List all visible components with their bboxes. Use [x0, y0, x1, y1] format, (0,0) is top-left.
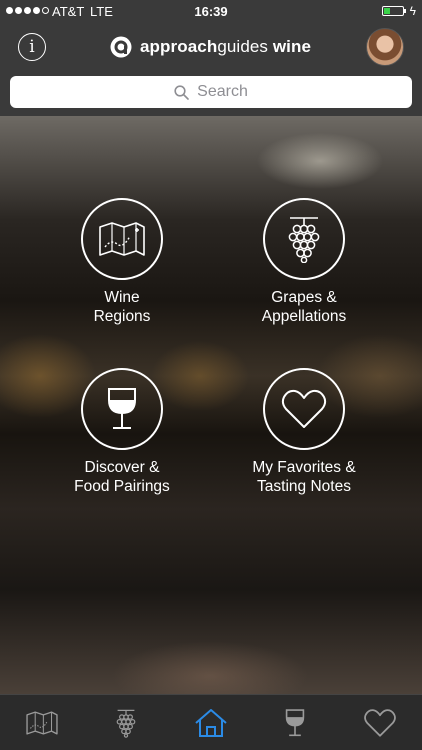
home-menu: Wine Regions Grapes & Appellations Disco… [0, 116, 422, 694]
tab-grapes[interactable] [84, 695, 168, 750]
heart-icon [281, 389, 327, 428]
menu-label-line1: Discover & [84, 459, 160, 476]
search-placeholder: Search [197, 83, 248, 100]
info-icon[interactable]: i [18, 33, 46, 61]
status-bar: AT&T LTE 16:39 ϟ [0, 0, 422, 24]
menu-label-line1: My Favorites & [252, 459, 356, 476]
battery-icon [382, 6, 406, 16]
search-bar-container: Search [0, 72, 422, 116]
menu-label-line2: Tasting Notes [257, 478, 351, 495]
menu-favorites-tasting-notes[interactable]: My Favorites & Tasting Notes [219, 368, 389, 496]
tab-map[interactable] [0, 695, 84, 750]
app-logo: approachguides wine [110, 36, 311, 58]
grapes-icon [116, 709, 136, 738]
tab-home[interactable] [169, 695, 253, 750]
menu-wine-regions[interactable]: Wine Regions [37, 198, 207, 326]
wine-glass-icon [285, 708, 305, 736]
wine-glass-icon [108, 388, 136, 429]
avatar[interactable] [366, 28, 404, 66]
app-header: i approachguides wine [0, 24, 422, 72]
menu-label-line2: Appellations [261, 308, 347, 325]
menu-label-line2: Food Pairings [74, 478, 170, 495]
menu-grapes-appellations[interactable]: Grapes & Appellations [219, 198, 389, 326]
search-icon [174, 84, 189, 100]
heart-icon [364, 708, 396, 737]
app-name: approachguides wine [140, 37, 312, 56]
grapes-icon [288, 217, 320, 263]
tab-bar [0, 694, 422, 750]
logo-icon [110, 36, 132, 58]
tab-favorites[interactable] [338, 695, 422, 750]
status-time: 16:39 [194, 4, 228, 19]
map-icon [26, 710, 58, 735]
map-icon [99, 222, 145, 256]
tab-discover[interactable] [253, 695, 337, 750]
search-input[interactable]: Search [10, 76, 412, 108]
menu-discover-food-pairings[interactable]: Discover & Food Pairings [37, 368, 207, 496]
home-icon [195, 708, 227, 737]
menu-label-line1: Wine [104, 289, 140, 306]
menu-label-line1: Grapes & [271, 289, 337, 306]
menu-label-line2: Regions [93, 308, 151, 325]
charging-icon: ϟ [409, 4, 416, 18]
